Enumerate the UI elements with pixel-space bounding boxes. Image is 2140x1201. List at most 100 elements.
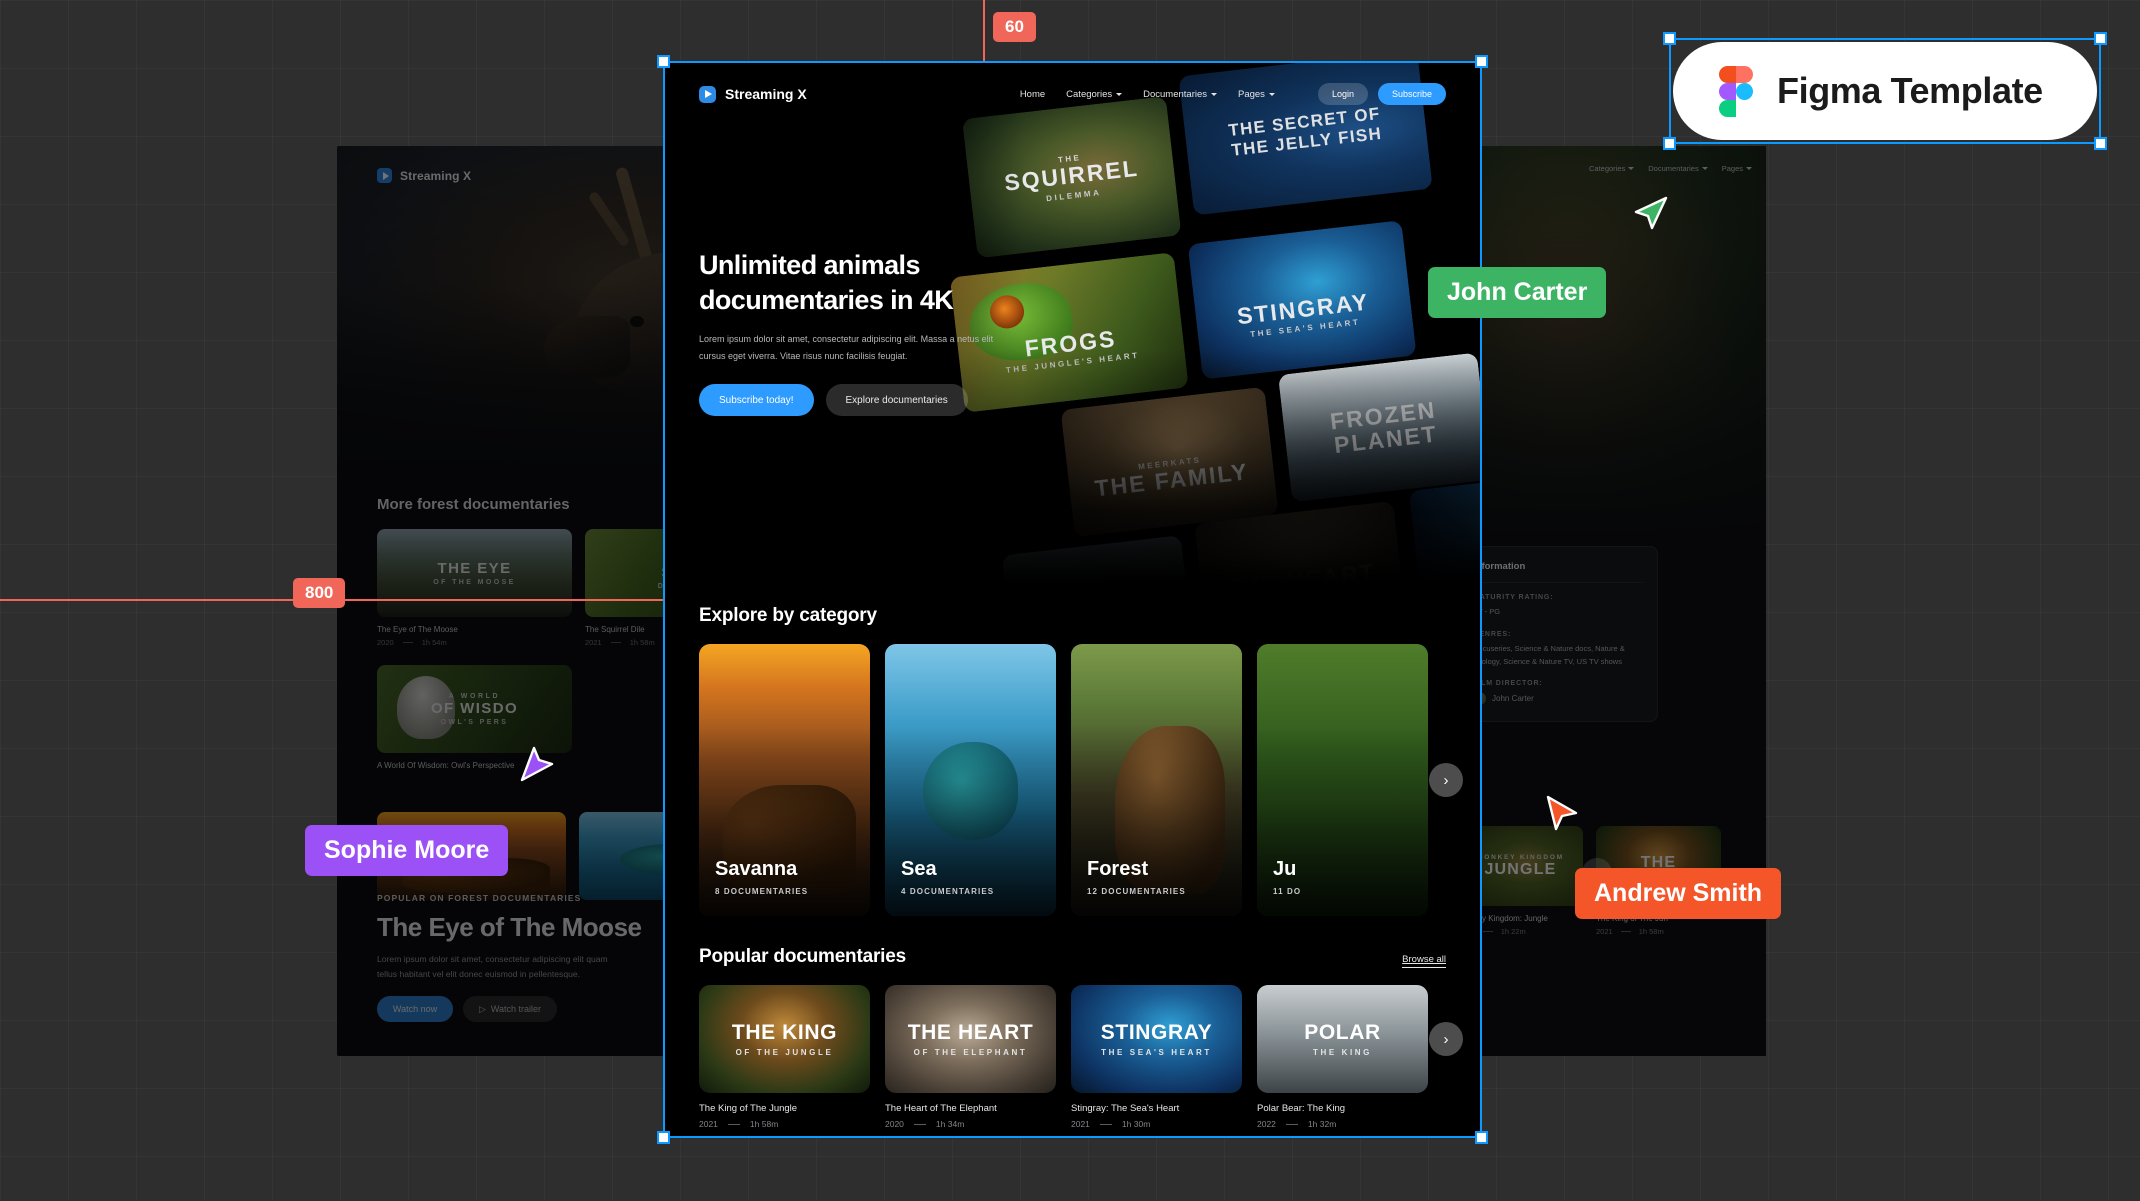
collage-card[interactable]: MEERKATS THE FAMILY xyxy=(1060,386,1279,538)
documentary-card[interactable]: THE HEART OF THE ELEPHANT The Heart of T… xyxy=(885,985,1056,1129)
card-year: 2021 xyxy=(1596,927,1613,936)
category-count: 8 DOCUMENTARIES xyxy=(715,887,809,896)
hero-title-line1: Unlimited animals xyxy=(699,250,920,280)
subscribe-button[interactable]: Subscribe xyxy=(1377,83,1446,105)
section-title: Explore by category xyxy=(699,605,877,626)
figma-template-badge[interactable]: Figma Template xyxy=(1673,42,2097,140)
browse-all-link[interactable]: Browse all xyxy=(1402,954,1446,968)
documentary-card[interactable]: STINGRAY THE SEA'S HEART Stingray: The S… xyxy=(1071,985,1242,1129)
chevron-down-icon xyxy=(1268,92,1275,96)
category-card-jungle[interactable]: Ju 11 DO xyxy=(1257,644,1428,916)
card-duration: 1h 32m xyxy=(1307,1119,1337,1129)
nav-buttons: Login Subscribe xyxy=(1317,83,1446,105)
collage-card[interactable] xyxy=(1408,474,1480,583)
play-triangle-icon: ▷ xyxy=(478,1003,486,1014)
badge-resize-handle-top-right[interactable] xyxy=(2094,32,2107,45)
watch-trailer-button[interactable]: ▷ Watch trailer xyxy=(463,996,557,1022)
resize-handle-bottom-left[interactable] xyxy=(657,1131,670,1144)
documentary-carousel: THE KING OF THE JUNGLE The King of The J… xyxy=(699,985,1463,1129)
card-year: 2020 xyxy=(377,638,394,647)
hero-eyebrow: POPULAR ON FOREST DOCUMENTARIES xyxy=(377,892,582,903)
left-frame-brand[interactable]: Streaming X xyxy=(377,168,471,183)
meta-divider xyxy=(913,1123,926,1125)
card-duration: 1h 22m xyxy=(1500,927,1526,936)
category-count: 12 DOCUMENTARIES xyxy=(1087,887,1186,896)
art-pre: A WORLD xyxy=(448,692,501,700)
figma-canvas[interactable]: Streaming X POPULAR ON FOREST DOCUMENTAR… xyxy=(0,0,2140,1201)
meta-divider xyxy=(727,1123,740,1125)
resize-handle-top-left[interactable] xyxy=(657,55,670,68)
resize-handle-top-right[interactable] xyxy=(1475,55,1488,68)
card-meta: 2022 1h 32m xyxy=(1257,1119,1428,1129)
explore-documentaries-button[interactable]: Explore documentaries xyxy=(825,384,968,417)
nav-item-pages[interactable]: Pages xyxy=(1722,164,1752,173)
measure-badge-60: 60 xyxy=(993,12,1036,42)
card-year: 2021 xyxy=(585,638,602,647)
selected-frame-streaming-x-home[interactable]: THE SQUIRREL DILEMMA THE SECRET OF THE J… xyxy=(665,63,1480,1136)
hero-paragraph: Lorem ipsum dolor sit amet, consectetur … xyxy=(377,953,608,979)
meta-divider xyxy=(610,642,621,643)
card-duration: 1h 58m xyxy=(629,638,655,647)
resize-handle-bottom-right[interactable] xyxy=(1475,1131,1488,1144)
measure-line-vertical xyxy=(983,0,985,61)
nav-item-documentaries[interactable]: Documentaries xyxy=(1143,89,1217,100)
documentary-carousel-next-button[interactable]: › xyxy=(1429,1022,1463,1056)
hero-title: The Eye of The Moose xyxy=(377,911,642,942)
chevron-down-icon xyxy=(1701,167,1708,170)
right-frame-nav[interactable]: Categories Documentaries Pages xyxy=(1589,164,1752,173)
thumbnail[interactable]: THE EYE OF THE MOOSE xyxy=(377,529,572,617)
badge-resize-handle-top-left[interactable] xyxy=(1663,32,1676,45)
card-meta: 2021 1h 58m xyxy=(1596,927,1721,936)
art-sub: OWL'S PERS xyxy=(440,718,509,726)
subscribe-today-button[interactable]: Subscribe today! xyxy=(699,384,814,417)
card-year: 2021 xyxy=(1071,1119,1090,1129)
main-nav: Home Categories Documentaries Pages Logi… xyxy=(1020,83,1446,105)
badge-resize-handle-bottom-left[interactable] xyxy=(1663,137,1676,150)
category-card-savanna[interactable]: Savanna 8 DOCUMENTARIES xyxy=(699,644,870,916)
play-logo-icon xyxy=(699,85,716,103)
card-year: 2020 xyxy=(885,1119,904,1129)
documentary-card[interactable]: THE KING OF THE JUNGLE The King of The J… xyxy=(699,985,870,1129)
collage-card[interactable]: STINGRAY THE SEA'S HEART xyxy=(1187,220,1417,380)
play-logo-icon xyxy=(377,168,392,183)
meta-divider xyxy=(1099,1123,1112,1125)
section-title: Popular documentaries xyxy=(699,946,906,967)
login-button[interactable]: Login xyxy=(1317,83,1368,105)
card-title: The Heart of The Elephant xyxy=(885,1103,997,1114)
watch-now-button[interactable]: Watch now xyxy=(377,996,453,1022)
nav-item-documentaries[interactable]: Documentaries xyxy=(1648,164,1708,173)
cursor-label-john-carter: John Carter xyxy=(1428,267,1607,318)
nav-item-pages[interactable]: Pages xyxy=(1238,89,1275,100)
brand[interactable]: Streaming X xyxy=(699,85,807,103)
figma-template-label: Figma Template xyxy=(1777,70,2043,111)
figma-logo-icon xyxy=(1719,66,1753,117)
maturity-rating-value: TV - PG xyxy=(1473,607,1501,616)
meta-divider xyxy=(402,642,413,643)
main-hero: THE SQUIRREL DILEMMA THE SECRET OF THE J… xyxy=(665,63,1480,583)
thumbnail[interactable]: POLAR THE KING xyxy=(1257,985,1428,1093)
card-meta: 2021 1h 58m xyxy=(699,1119,870,1129)
left-frame-hero-text: POPULAR ON FOREST DOCUMENTARIES The Eye … xyxy=(377,893,707,1022)
nav-item-home[interactable]: Home xyxy=(1020,89,1045,100)
cursor-label-sophie-moore: Sophie Moore xyxy=(305,825,509,876)
card-year: 2022 xyxy=(1257,1119,1276,1129)
thumbnail[interactable]: THE KING OF THE JUNGLE xyxy=(699,985,870,1093)
category-card-forest[interactable]: Forest 12 DOCUMENTARIES xyxy=(1071,644,1242,916)
category-name: Forest xyxy=(1087,858,1149,880)
thumbnail[interactable]: A WORLD OF WISDO OWL'S PERS xyxy=(377,665,572,753)
collage-card[interactable]: THE EYE OF THE MOOSE xyxy=(1001,535,1195,583)
list-item[interactable]: THE EYE OF THE MOOSE The Eye of The Moos… xyxy=(377,529,572,647)
meta-divider xyxy=(1482,931,1493,932)
thumbnail[interactable]: STINGRAY THE SEA'S HEART xyxy=(1071,985,1242,1093)
nav-item-categories[interactable]: Categories xyxy=(1066,89,1123,100)
film-director-label: FILM DIRECTOR: xyxy=(1473,680,1543,688)
category-carousel-next-button[interactable]: › xyxy=(1429,763,1463,797)
thumbnail[interactable]: THE HEART OF THE ELEPHANT xyxy=(885,985,1056,1093)
documentary-card[interactable]: POLAR THE KING Polar Bear: The King 2022… xyxy=(1257,985,1428,1129)
nav-item-categories[interactable]: Categories xyxy=(1589,164,1635,173)
category-card-sea[interactable]: Sea 4 DOCUMENTARIES xyxy=(885,644,1056,916)
panel-title: Information xyxy=(1473,561,1643,583)
collage-card[interactable]: FROZEN PLANET xyxy=(1277,352,1480,503)
category-count: 11 DO xyxy=(1273,887,1302,896)
badge-resize-handle-bottom-right[interactable] xyxy=(2094,137,2107,150)
